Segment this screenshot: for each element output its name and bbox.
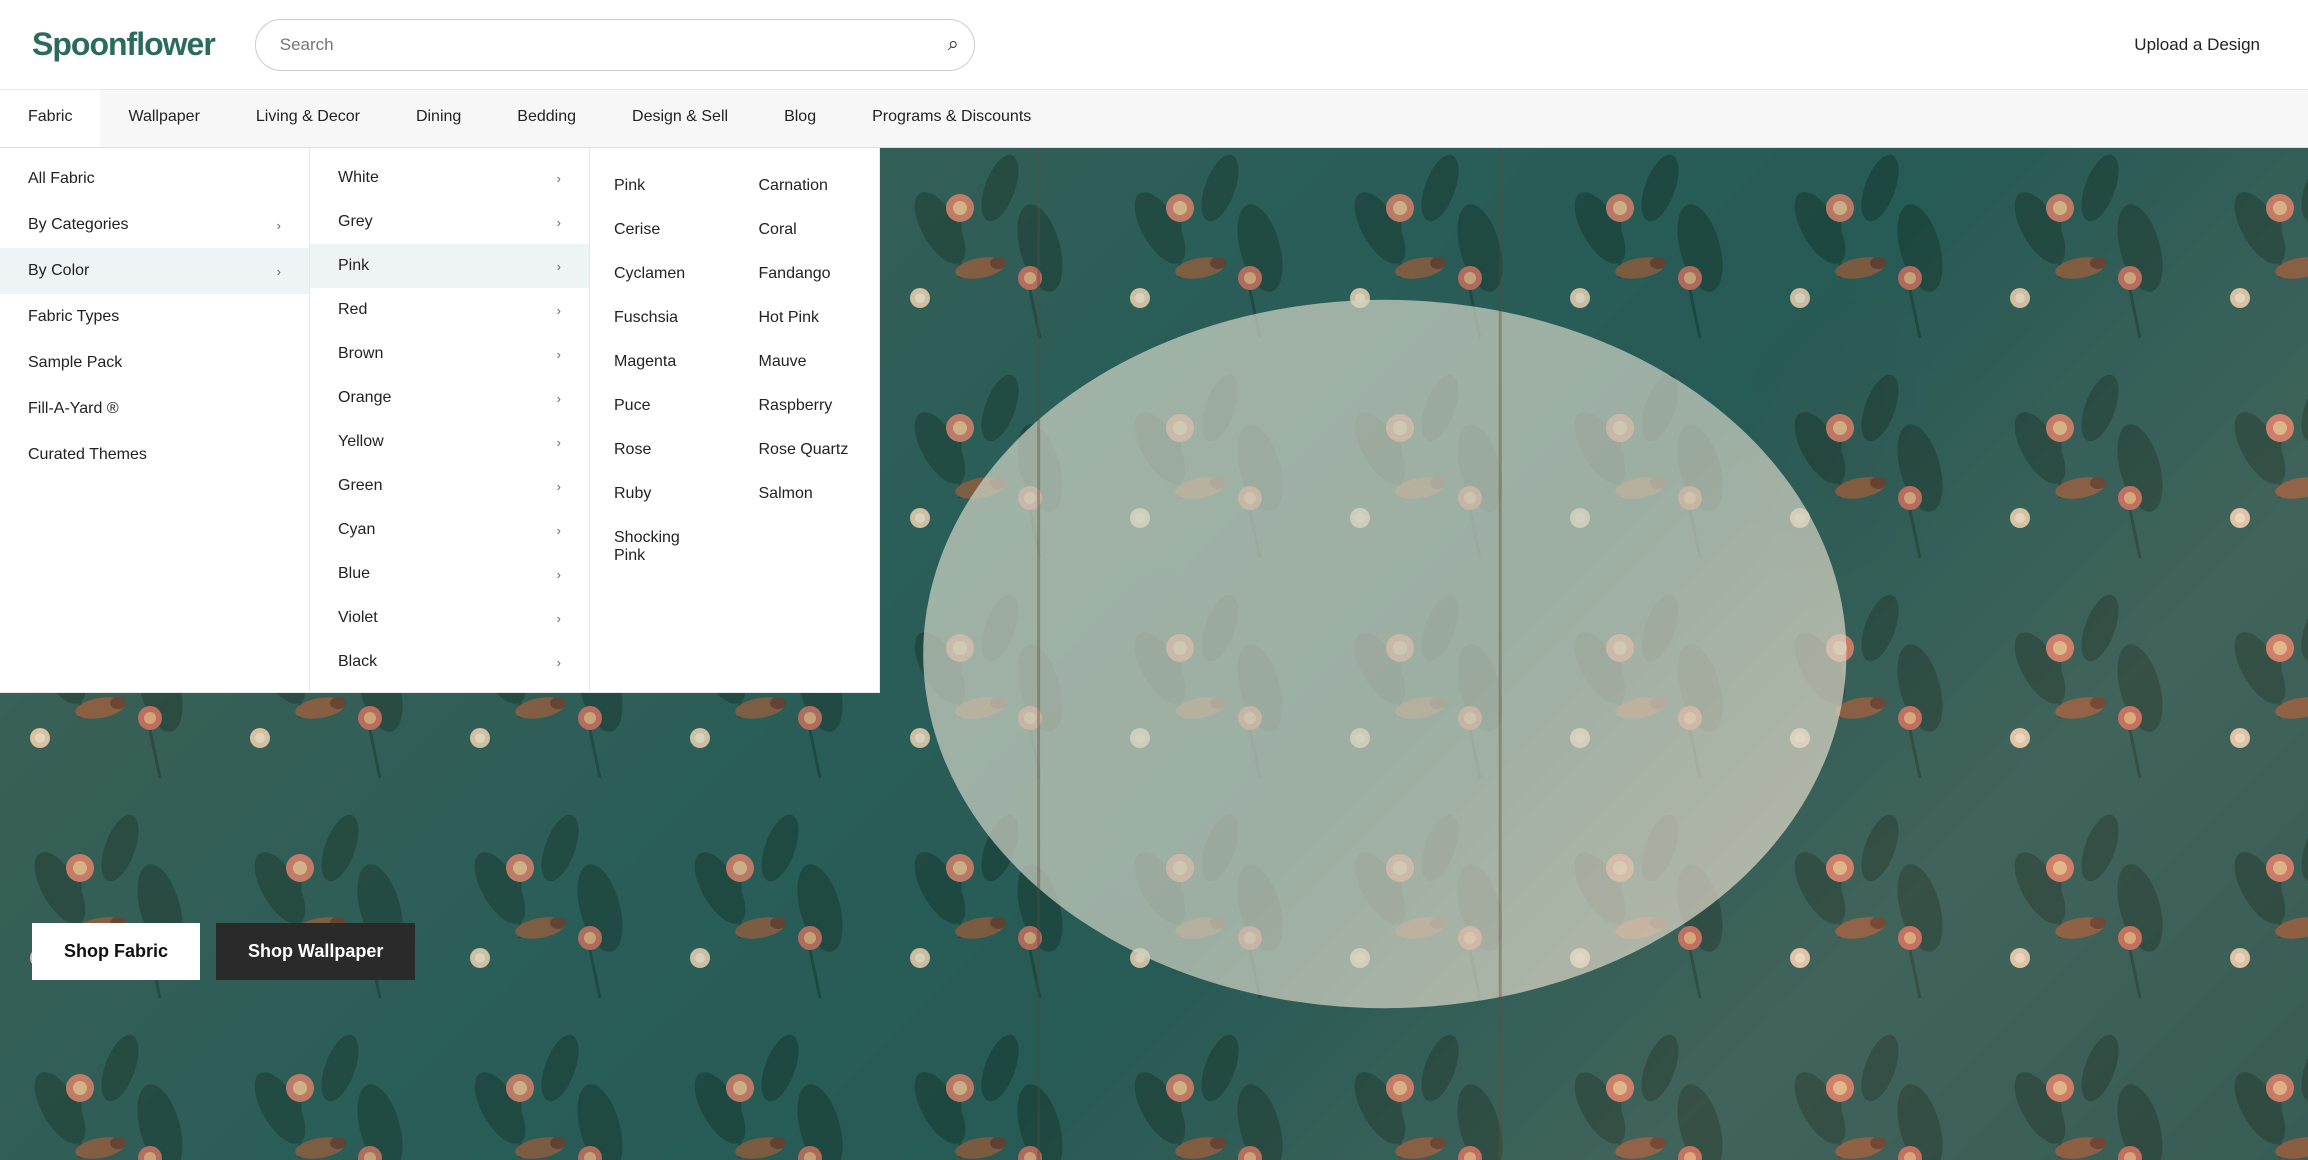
shop-fabric-button[interactable]: Shop Fabric	[32, 923, 200, 980]
fabric-menu-curated-themes[interactable]: Curated Themes	[0, 432, 309, 478]
pink-subcolor-hot-pink[interactable]: Hot Pink	[735, 296, 880, 340]
fabric-menu-by-categories[interactable]: By Categories ›	[0, 202, 309, 248]
chevron-right-icon: ›	[277, 218, 281, 233]
header: Spoonflower ⌕ Upload a Design	[0, 0, 2308, 90]
chevron-right-icon: ›	[557, 435, 561, 450]
pink-subcolor-ruby[interactable]: Ruby	[590, 472, 735, 516]
color-red[interactable]: Red ›	[310, 288, 589, 332]
color-grey[interactable]: Grey ›	[310, 200, 589, 244]
color-menu-column: White › Grey › Pink › Red › Brown › Oran…	[310, 148, 590, 693]
chevron-right-icon: ›	[557, 259, 561, 274]
pink-submenu-column: Pink Carnation Cerise Coral Cyclamen Fan…	[590, 148, 880, 693]
color-green[interactable]: Green ›	[310, 464, 589, 508]
chevron-right-icon: ›	[277, 264, 281, 279]
upload-design-button[interactable]: Upload a Design	[2118, 27, 2276, 63]
color-yellow[interactable]: Yellow ›	[310, 420, 589, 464]
color-blue[interactable]: Blue ›	[310, 552, 589, 596]
shop-buttons: Shop Fabric Shop Wallpaper	[32, 923, 415, 980]
chevron-right-icon: ›	[557, 611, 561, 626]
fabric-menu-sample-pack[interactable]: Sample Pack	[0, 340, 309, 386]
chevron-right-icon: ›	[557, 303, 561, 318]
chevron-right-icon: ›	[557, 523, 561, 538]
pink-subcolor-shocking-pink[interactable]: Shocking Pink	[590, 516, 735, 578]
search-button[interactable]: ⌕	[948, 33, 959, 56]
pink-subcolor-rose-quartz[interactable]: Rose Quartz	[735, 428, 880, 472]
nav-item-fabric[interactable]: Fabric	[0, 90, 100, 147]
pink-subcolor-mauve[interactable]: Mauve	[735, 340, 880, 384]
chevron-right-icon: ›	[557, 567, 561, 582]
fabric-menu-fill-a-yard[interactable]: Fill-A-Yard ®	[0, 386, 309, 432]
pink-subcolor-cerise[interactable]: Cerise	[590, 208, 735, 252]
nav-item-bedding[interactable]: Bedding	[489, 90, 604, 147]
chevron-right-icon: ›	[557, 655, 561, 670]
fabric-menu-column: All Fabric By Categories › By Color › Fa…	[0, 148, 310, 693]
nav-item-design-sell[interactable]: Design & Sell	[604, 90, 756, 147]
color-pink[interactable]: Pink ›	[310, 244, 589, 288]
nav-item-wallpaper[interactable]: Wallpaper	[100, 90, 227, 147]
color-violet[interactable]: Violet ›	[310, 596, 589, 640]
search-input[interactable]	[255, 19, 975, 71]
pink-subcolor-salmon[interactable]: Salmon	[735, 472, 880, 516]
fabric-menu-by-color[interactable]: By Color ›	[0, 248, 309, 294]
pink-color-grid: Pink Carnation Cerise Coral Cyclamen Fan…	[590, 156, 879, 586]
chevron-right-icon: ›	[557, 479, 561, 494]
color-brown[interactable]: Brown ›	[310, 332, 589, 376]
color-black[interactable]: Black ›	[310, 640, 589, 684]
search-wrapper: ⌕	[255, 19, 975, 71]
nav-item-dining[interactable]: Dining	[388, 90, 489, 147]
pink-subcolor-rose[interactable]: Rose	[590, 428, 735, 472]
nav-item-blog[interactable]: Blog	[756, 90, 844, 147]
fabric-menu-all-fabric[interactable]: All Fabric	[0, 156, 309, 202]
fabric-menu-fabric-types[interactable]: Fabric Types	[0, 294, 309, 340]
color-cyan[interactable]: Cyan ›	[310, 508, 589, 552]
shop-wallpaper-button[interactable]: Shop Wallpaper	[216, 923, 415, 980]
pink-subcolor-raspberry[interactable]: Raspberry	[735, 384, 880, 428]
navbar: Fabric Wallpaper Living & Decor Dining B…	[0, 90, 2308, 148]
color-orange[interactable]: Orange ›	[310, 376, 589, 420]
pink-subcolor-puce[interactable]: Puce	[590, 384, 735, 428]
color-white[interactable]: White ›	[310, 156, 589, 200]
nav-item-programs[interactable]: Programs & Discounts	[844, 90, 1059, 147]
pink-subcolor-carnation[interactable]: Carnation	[735, 164, 880, 208]
pink-subcolor-cyclamen[interactable]: Cyclamen	[590, 252, 735, 296]
pink-subcolor-fandango[interactable]: Fandango	[735, 252, 880, 296]
logo[interactable]: Spoonflower	[32, 26, 215, 63]
search-icon: ⌕	[948, 33, 959, 55]
pink-subcolor-pink[interactable]: Pink	[590, 164, 735, 208]
pink-subcolor-fuschsia[interactable]: Fuschsia	[590, 296, 735, 340]
pink-subcolor-magenta[interactable]: Magenta	[590, 340, 735, 384]
dropdown-menu: All Fabric By Categories › By Color › Fa…	[0, 148, 2308, 693]
chevron-right-icon: ›	[557, 391, 561, 406]
chevron-right-icon: ›	[557, 215, 561, 230]
pink-subcolor-coral[interactable]: Coral	[735, 208, 880, 252]
nav-item-living-decor[interactable]: Living & Decor	[228, 90, 388, 147]
chevron-right-icon: ›	[557, 171, 561, 186]
chevron-right-icon: ›	[557, 347, 561, 362]
